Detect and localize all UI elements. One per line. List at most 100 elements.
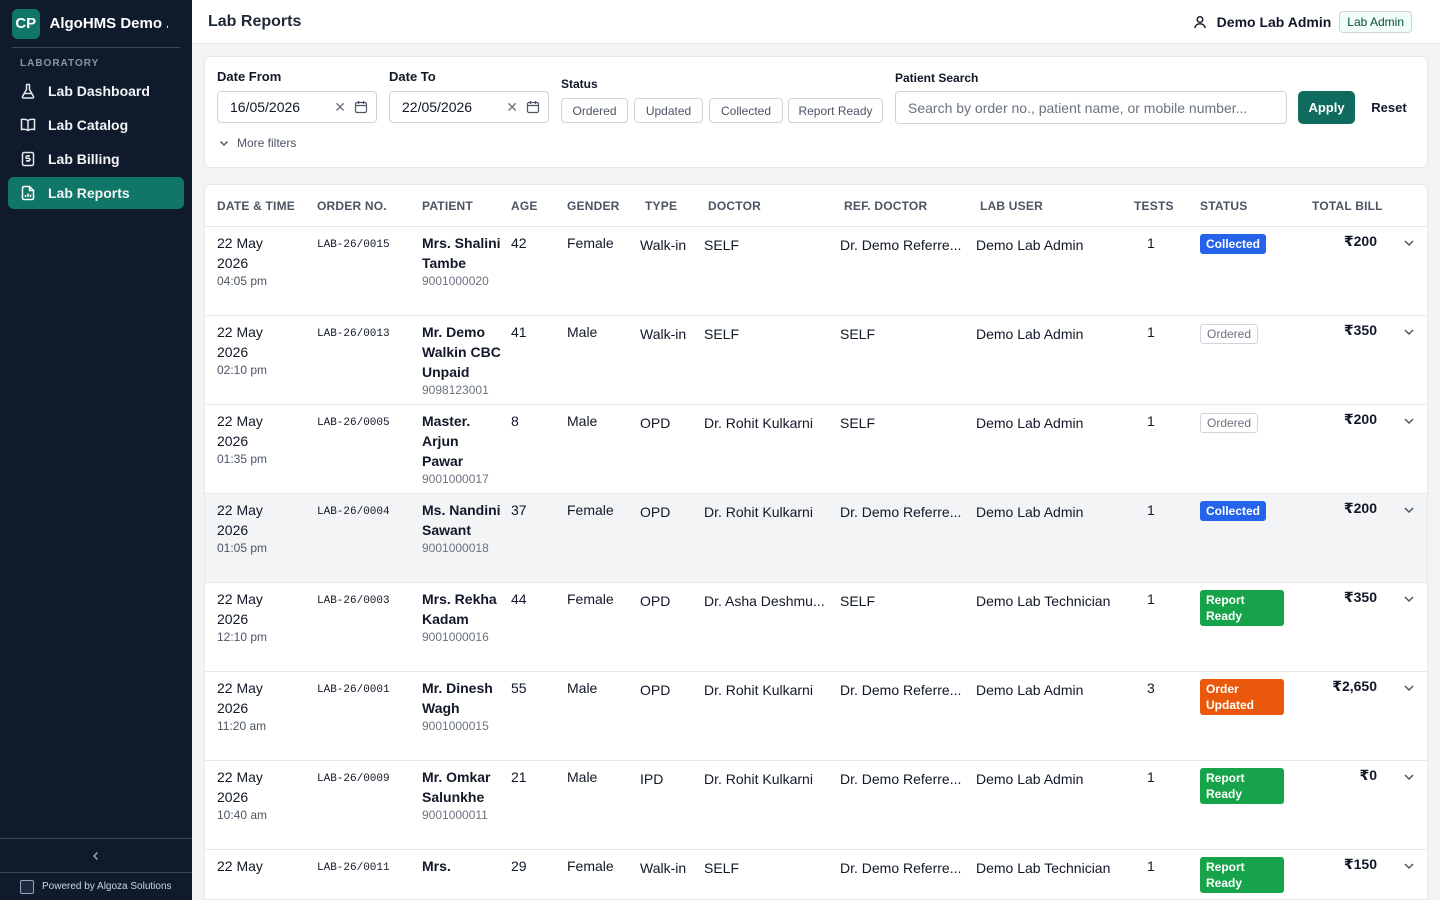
status-filter-collected[interactable]: Collected bbox=[709, 98, 783, 123]
table-row[interactable]: 22 May 2026 10:40 am LAB-26/0009 Mr. Omkar … bbox=[205, 761, 1427, 850]
table-row[interactable]: 22 May 2026 12:10 pm LAB-26/0003 Mrs. Rekha… bbox=[205, 583, 1427, 672]
sidebar-item-lab-reports[interactable]: Lab Reports bbox=[8, 177, 184, 209]
patient-cell[interactable]: Mr. Demo Walkin CBC Unpaid 9098123001 bbox=[422, 322, 502, 398]
order-time: 11:20 am bbox=[217, 719, 267, 733]
expand-row-chevron-icon[interactable] bbox=[1403, 325, 1415, 337]
patient-cell[interactable]: Master. Arjun Pawar 9001000017 bbox=[422, 411, 502, 487]
order-date: 22 May 2026 bbox=[217, 413, 263, 449]
column-header-status[interactable]: STATUS bbox=[1200, 199, 1247, 213]
order-number[interactable]: LAB-26/0009 bbox=[317, 769, 390, 789]
expand-row-chevron-icon[interactable] bbox=[1403, 414, 1415, 426]
patient-cell[interactable]: Mrs. Rekha Kadam 9001000016 bbox=[422, 589, 502, 645]
column-header-order-no[interactable]: ORDER NO. bbox=[317, 199, 387, 213]
patient-cell[interactable]: Ms. Nandini Sawant 9001000018 bbox=[422, 500, 502, 556]
sidebar: CP AlgoHMS Demo ... LABORATORY Lab Dashb… bbox=[0, 0, 192, 900]
date-to-input[interactable]: 22/05/2026 ✕ bbox=[389, 91, 549, 123]
patient-cell[interactable]: Mr. Omkar Salunkhe 9001000011 bbox=[422, 767, 502, 823]
column-header-age[interactable]: AGE bbox=[511, 199, 538, 213]
patient-cell[interactable]: Mr. Dinesh Wagh 9001000015 bbox=[422, 678, 502, 734]
calendar-icon[interactable] bbox=[526, 100, 540, 114]
status-filter-ordered[interactable]: Ordered bbox=[561, 98, 628, 123]
sidebar-item-lab-billing[interactable]: Lab Billing bbox=[8, 143, 184, 175]
lab-user-cell: Demo Lab Admin bbox=[976, 415, 1084, 431]
order-time: 12:10 pm bbox=[217, 630, 268, 644]
patient-cell[interactable]: Mrs. Shalini Tambe 9001000020 bbox=[422, 233, 502, 289]
order-number[interactable]: LAB-26/0015 bbox=[317, 235, 390, 255]
order-time: 04:05 pm bbox=[217, 274, 268, 288]
status-filter-report-ready[interactable]: Report Ready bbox=[788, 98, 883, 123]
order-number[interactable]: LAB-26/0011 bbox=[317, 858, 390, 878]
date-from-value: 16/05/2026 bbox=[230, 99, 301, 115]
gender-cell: Female bbox=[567, 502, 614, 518]
table-row[interactable]: 22 May 2026 02:10 pm LAB-26/0013 Mr. Demo W… bbox=[205, 316, 1427, 405]
order-date: 22 May 2026 bbox=[217, 680, 263, 716]
user-name: Demo Lab Admin bbox=[1216, 13, 1332, 30]
patient-search-label: Patient Search bbox=[895, 71, 979, 85]
date-time-cell: 22 May 2026 02:10 pm bbox=[217, 322, 287, 378]
role-badge: Lab Admin bbox=[1339, 10, 1412, 33]
order-number[interactable]: LAB-26/0004 bbox=[317, 502, 390, 522]
expand-row-chevron-icon[interactable] bbox=[1403, 859, 1415, 871]
lab-user-cell: Demo Lab Admin bbox=[976, 771, 1084, 787]
gender-cell: Male bbox=[567, 413, 598, 429]
type-cell: Walk-in bbox=[640, 860, 687, 876]
patient-cell[interactable]: Mrs. bbox=[422, 856, 502, 876]
page-title: Lab Reports bbox=[208, 12, 302, 30]
clear-date-from-icon[interactable]: ✕ bbox=[334, 99, 346, 116]
total-bill: ₹200 bbox=[1343, 233, 1377, 249]
date-from-input[interactable]: 16/05/2026 ✕ bbox=[217, 91, 377, 123]
column-header-gender[interactable]: GENDER bbox=[567, 199, 620, 213]
patient-search-input[interactable] bbox=[895, 91, 1287, 124]
column-header-date-time[interactable]: DATE & TIME bbox=[217, 199, 295, 213]
patient-mobile: 9001000018 bbox=[422, 541, 489, 555]
ref-doctor-cell: SELF bbox=[840, 593, 876, 609]
patient-mobile: 9001000017 bbox=[422, 472, 489, 486]
clear-date-to-icon[interactable]: ✕ bbox=[506, 99, 518, 116]
sidebar-item-lab-catalog[interactable]: Lab Catalog bbox=[8, 109, 184, 141]
expand-row-chevron-icon[interactable] bbox=[1403, 503, 1415, 515]
type-cell: OPD bbox=[640, 504, 671, 520]
sidebar-collapse-button[interactable] bbox=[0, 838, 192, 872]
expand-row-chevron-icon[interactable] bbox=[1403, 681, 1415, 693]
table-row[interactable]: 22 May 2026 11:20 am LAB-26/0001 Mr. Dinesh… bbox=[205, 672, 1427, 761]
age-cell: 37 bbox=[511, 502, 527, 518]
status-label: Status bbox=[561, 77, 598, 91]
status-badge: Ordered bbox=[1200, 413, 1259, 433]
reset-button[interactable]: Reset bbox=[1365, 91, 1413, 124]
ref-doctor-cell: SELF bbox=[840, 415, 876, 431]
order-date: 22 May bbox=[217, 858, 263, 874]
column-header-type[interactable]: TYPE bbox=[645, 199, 677, 213]
table-row[interactable]: 22 May LAB-26/0011 Mrs. 29 Female Walk-in SELF… bbox=[205, 850, 1427, 899]
brand-logo: CP bbox=[12, 8, 40, 39]
table-row[interactable]: 22 May 2026 04:05 pm LAB-26/0015 Mrs. Shali… bbox=[205, 227, 1427, 316]
type-cell: OPD bbox=[640, 682, 671, 698]
order-number[interactable]: LAB-26/0013 bbox=[317, 324, 390, 344]
expand-row-chevron-icon[interactable] bbox=[1403, 236, 1415, 248]
expand-row-chevron-icon[interactable] bbox=[1403, 592, 1415, 604]
order-number[interactable]: LAB-26/0005 bbox=[317, 413, 390, 433]
column-header-total-bill[interactable]: TOTAL BILL bbox=[1312, 199, 1383, 213]
order-number[interactable]: LAB-26/0003 bbox=[317, 591, 390, 611]
expand-row-chevron-icon[interactable] bbox=[1403, 770, 1415, 782]
apply-button[interactable]: Apply bbox=[1298, 91, 1355, 124]
tests-count: 1 bbox=[1147, 769, 1155, 785]
sidebar-item-lab-dashboard[interactable]: Lab Dashboard bbox=[8, 75, 184, 107]
total-bill: ₹2,650 bbox=[1332, 678, 1377, 694]
table-row[interactable]: 22 May 2026 01:35 pm LAB-26/0005 Master. Ar… bbox=[205, 405, 1427, 494]
column-header-patient[interactable]: PATIENT bbox=[422, 199, 473, 213]
brand[interactable]: CP AlgoHMS Demo ... bbox=[12, 0, 180, 48]
table-row[interactable]: 22 May 2026 01:05 pm LAB-26/0004 Ms. Nandin… bbox=[205, 494, 1427, 583]
column-header-doctor[interactable]: DOCTOR bbox=[708, 199, 761, 213]
date-time-cell: 22 May bbox=[217, 856, 287, 876]
order-number[interactable]: LAB-26/0001 bbox=[317, 680, 390, 700]
patient-name: Mrs. Shalini Tambe bbox=[422, 235, 501, 271]
column-header-tests[interactable]: TESTS bbox=[1134, 199, 1174, 213]
status-filter-updated[interactable]: Updated bbox=[634, 98, 703, 123]
user-menu[interactable]: Demo Lab Admin Lab Admin bbox=[1193, 10, 1412, 33]
age-cell: 29 bbox=[511, 858, 527, 874]
calendar-icon[interactable] bbox=[354, 100, 368, 114]
column-header-lab-user[interactable]: LAB USER bbox=[980, 199, 1043, 213]
more-filters-toggle[interactable]: More filters bbox=[219, 136, 296, 150]
lab-user-cell: Demo Lab Admin bbox=[976, 504, 1084, 520]
column-header-ref-doctor[interactable]: REF. DOCTOR bbox=[844, 199, 927, 213]
